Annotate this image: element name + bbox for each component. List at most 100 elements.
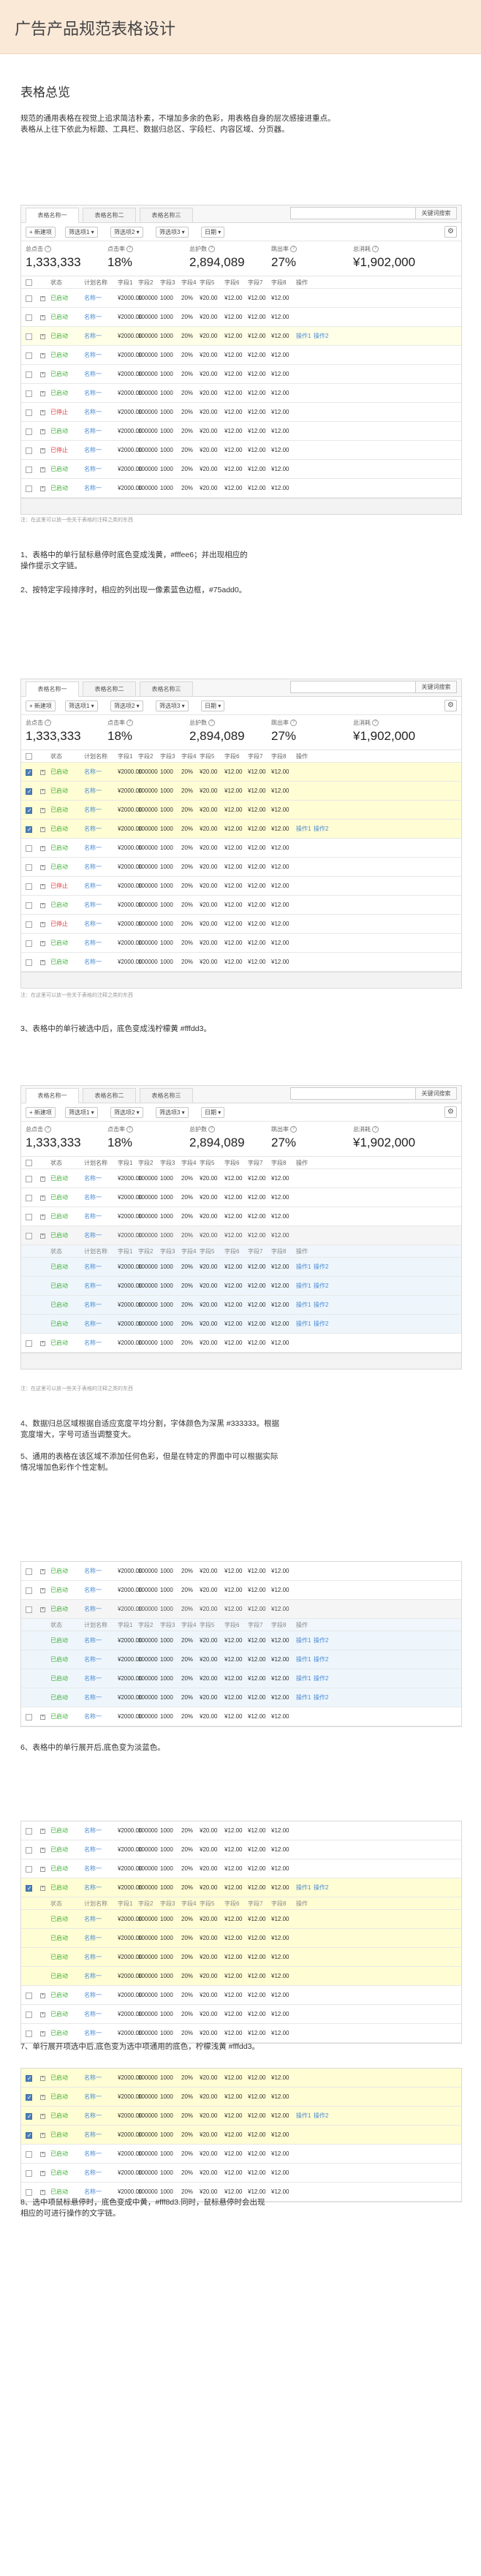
- expand-icon[interactable]: +: [40, 903, 45, 908]
- select-all-checkbox[interactable]: [26, 753, 32, 760]
- row-action-2[interactable]: 操作2: [314, 2107, 328, 2126]
- column-header-11[interactable]: 操作: [296, 1897, 308, 1910]
- select-all-checkbox[interactable]: [26, 279, 32, 286]
- status-badge[interactable]: 已启动: [50, 1650, 68, 1669]
- expand-icon[interactable]: +: [40, 2171, 45, 2176]
- column-header-10[interactable]: 字段8: [271, 1157, 286, 1169]
- cell-name[interactable]: 名称一: [84, 1650, 102, 1669]
- row-checkbox[interactable]: [26, 2012, 32, 2018]
- help-icon[interactable]: ?: [45, 1126, 51, 1133]
- row-checkbox[interactable]: [26, 845, 32, 852]
- row-checkbox[interactable]: [26, 2170, 32, 2177]
- status-badge[interactable]: 已启动: [50, 934, 68, 953]
- status-badge[interactable]: 已启动: [50, 1707, 68, 1726]
- status-badge[interactable]: 已启动: [50, 1188, 68, 1207]
- cell-name[interactable]: 名称一: [84, 934, 102, 953]
- cell-name[interactable]: 名称一: [84, 1562, 102, 1581]
- row-action-1[interactable]: 操作1: [296, 1650, 311, 1669]
- expand-icon[interactable]: +: [40, 922, 45, 927]
- expand-icon[interactable]: +: [40, 960, 45, 965]
- cell-name[interactable]: 名称一: [84, 801, 102, 820]
- tab-1[interactable]: 表格名称一: [26, 1088, 79, 1103]
- status-badge[interactable]: 已启动: [50, 1948, 68, 1967]
- row-checkbox[interactable]: [26, 467, 32, 473]
- column-header-2[interactable]: 计划名称: [84, 276, 107, 289]
- expand-icon[interactable]: +: [40, 296, 45, 301]
- row-checkbox[interactable]: [26, 2075, 32, 2082]
- expand-icon[interactable]: +: [40, 1569, 45, 1574]
- status-badge[interactable]: 已启动: [50, 1986, 68, 2005]
- expand-icon[interactable]: +: [40, 808, 45, 813]
- expand-icon[interactable]: +: [40, 1588, 45, 1593]
- status-badge[interactable]: 已启动: [50, 2069, 68, 2088]
- status-badge[interactable]: 已启动: [50, 2024, 68, 2043]
- expand-icon[interactable]: +: [40, 353, 45, 358]
- tab-2[interactable]: 表格名称二: [83, 208, 136, 223]
- help-icon[interactable]: ?: [126, 1126, 133, 1133]
- cell-name[interactable]: 名称一: [84, 1226, 102, 1245]
- row-action-1[interactable]: 操作1: [296, 1277, 311, 1296]
- search-button[interactable]: 关键词搜索: [415, 681, 456, 692]
- column-header-7[interactable]: 字段5: [200, 1157, 214, 1169]
- row-checkbox[interactable]: [26, 1568, 32, 1575]
- filter-2-dropdown[interactable]: 筛选项2 ▾: [110, 700, 143, 711]
- status-badge[interactable]: 已启动: [50, 1315, 68, 1334]
- row-action-2[interactable]: 操作2: [314, 1878, 328, 1897]
- row-action-2[interactable]: 操作2: [314, 1296, 328, 1315]
- help-icon[interactable]: ?: [126, 246, 133, 253]
- status-badge[interactable]: 已启动: [50, 1821, 68, 1840]
- column-header-10[interactable]: 字段8: [271, 1245, 286, 1258]
- status-badge[interactable]: 已启动: [50, 858, 68, 877]
- status-badge[interactable]: 已启动: [50, 1600, 68, 1619]
- cell-name[interactable]: 名称一: [84, 460, 102, 479]
- status-badge[interactable]: 已启动: [50, 1277, 68, 1296]
- expand-icon[interactable]: +: [40, 334, 45, 339]
- column-header-11[interactable]: 操作: [296, 1157, 308, 1169]
- column-header-8[interactable]: 字段6: [224, 1245, 239, 1258]
- status-badge[interactable]: 已启动: [50, 820, 68, 839]
- status-badge[interactable]: 已启动: [50, 479, 68, 498]
- cell-name[interactable]: 名称一: [84, 479, 102, 498]
- cell-name[interactable]: 名称一: [84, 1334, 102, 1353]
- cell-name[interactable]: 名称一: [84, 384, 102, 403]
- row-checkbox[interactable]: [26, 864, 32, 871]
- settings-gear-icon[interactable]: ⚙: [444, 1106, 457, 1118]
- row-checkbox[interactable]: [26, 1176, 32, 1182]
- status-badge[interactable]: 已启动: [50, 1878, 68, 1897]
- row-checkbox[interactable]: [26, 409, 32, 416]
- expand-icon[interactable]: +: [40, 941, 45, 946]
- status-badge[interactable]: 已启动: [50, 422, 68, 441]
- cell-name[interactable]: 名称一: [84, 1967, 102, 1986]
- status-badge[interactable]: 已启动: [50, 1929, 68, 1948]
- row-checkbox[interactable]: [26, 826, 32, 833]
- column-header-2[interactable]: 计划名称: [84, 1157, 107, 1169]
- row-checkbox[interactable]: [26, 1828, 32, 1835]
- expand-icon[interactable]: +: [40, 1867, 45, 1872]
- column-header-5[interactable]: 字段3: [160, 1897, 175, 1910]
- row-action-2[interactable]: 操作2: [314, 1688, 328, 1707]
- search-input[interactable]: [291, 681, 415, 692]
- status-badge[interactable]: 已启动: [50, 1688, 68, 1707]
- row-action-2[interactable]: 操作2: [314, 1669, 328, 1688]
- row-action-1[interactable]: 操作1: [296, 1878, 311, 1897]
- row-action-1[interactable]: 操作1: [296, 327, 311, 346]
- column-header-9[interactable]: 字段7: [248, 1245, 262, 1258]
- cell-name[interactable]: 名称一: [84, 1581, 102, 1600]
- row-checkbox[interactable]: [26, 2113, 32, 2120]
- expand-icon[interactable]: +: [40, 770, 45, 775]
- cell-name[interactable]: 名称一: [84, 1948, 102, 1967]
- cell-name[interactable]: 名称一: [84, 820, 102, 839]
- help-icon[interactable]: ?: [372, 719, 379, 727]
- row-checkbox[interactable]: [26, 1587, 32, 1594]
- expand-icon[interactable]: +: [40, 2190, 45, 2195]
- cell-name[interactable]: 名称一: [84, 1929, 102, 1948]
- cell-name[interactable]: 名称一: [84, 839, 102, 858]
- column-header-9[interactable]: 字段7: [248, 276, 262, 289]
- status-badge[interactable]: 已启动: [50, 1669, 68, 1688]
- row-action-1[interactable]: 操作1: [296, 1669, 311, 1688]
- cell-name[interactable]: 名称一: [84, 1296, 102, 1315]
- cell-name[interactable]: 名称一: [84, 782, 102, 801]
- status-badge[interactable]: 已启动: [50, 2164, 68, 2183]
- row-checkbox[interactable]: [26, 788, 32, 795]
- new-item-button[interactable]: + 新建项: [26, 700, 56, 711]
